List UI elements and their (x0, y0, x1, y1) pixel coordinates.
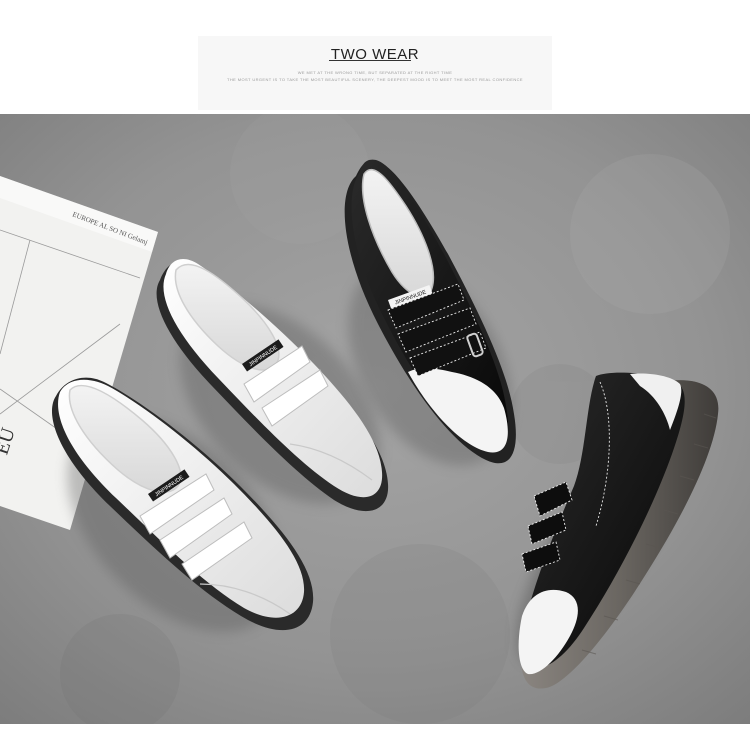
product-photo: EUROPE AL SO NI Gelamj EU JINPINNUDE JIN… (0, 114, 750, 724)
product-photo-art: EUROPE AL SO NI Gelamj EU JINPINNUDE JIN… (0, 114, 750, 724)
bottom-strip (0, 724, 750, 746)
brand-subtitle-line-1: WE MET AT THE WRONG TIME, BUT SEPARATED … (297, 70, 453, 75)
header-band: TWO WEAR WE MET AT THE WRONG TIME, BUT S… (0, 0, 750, 114)
product-page: TWO WEAR WE MET AT THE WRONG TIME, BUT S… (0, 0, 750, 746)
brand-subtitle-line-2: THE MOST URGENT IS TO TAKE THE MOST BEAU… (227, 77, 523, 82)
title-divider (329, 60, 411, 61)
